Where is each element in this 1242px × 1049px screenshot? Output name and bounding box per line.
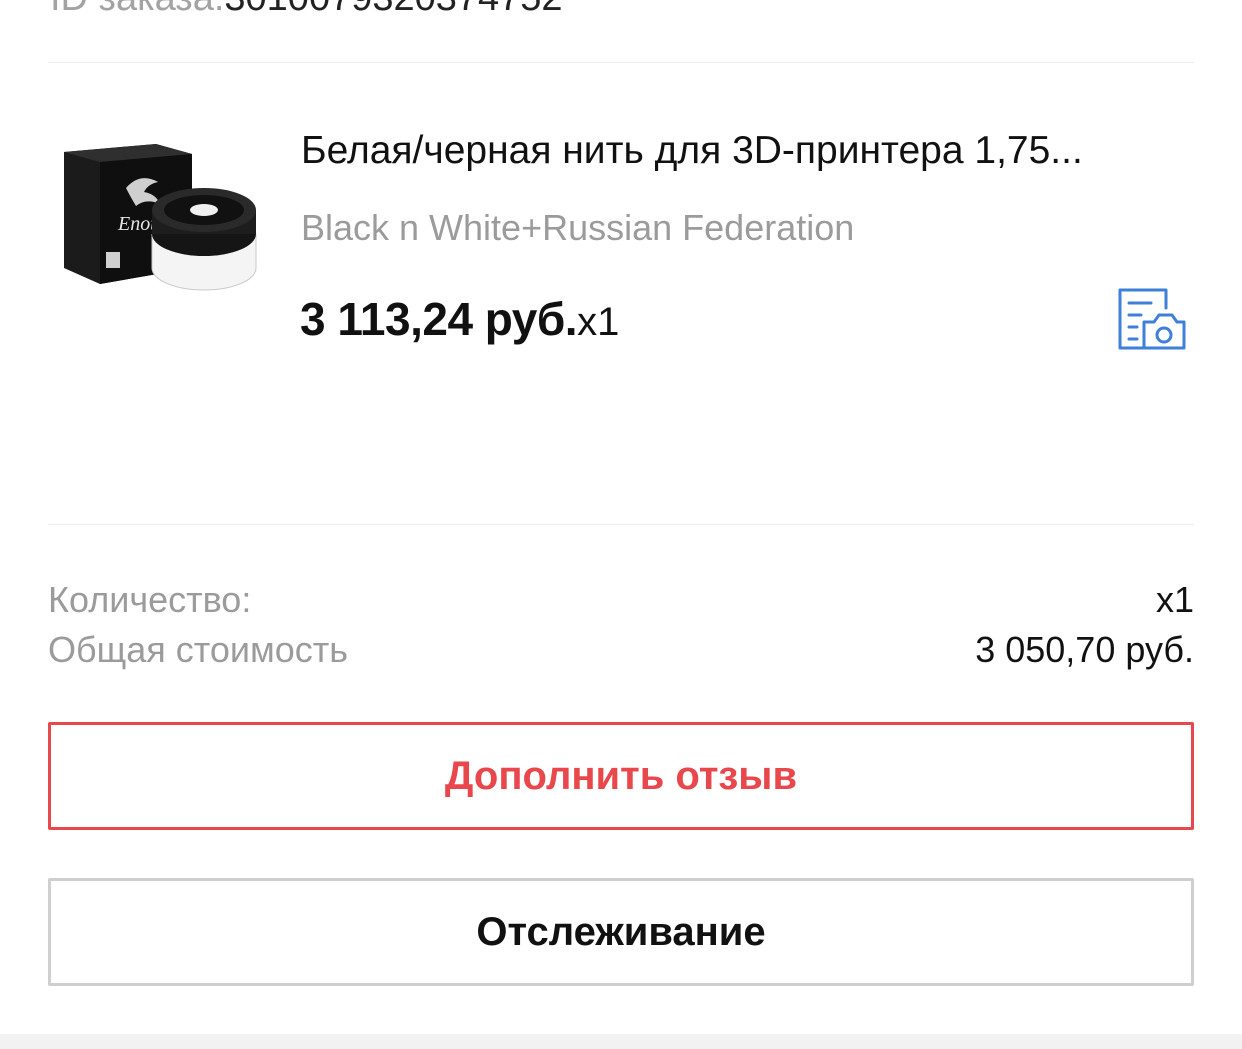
product-quantity-inline: x1 [577,300,620,344]
price-row: 3 113,24 руб.x1 [300,292,619,346]
summary-quantity-row: Количество: x1 [48,578,1194,622]
photo-review-icon[interactable] [1114,286,1188,356]
product-image-graphic: Enotepad [64,144,257,291]
photo-review-icon-graphic [1118,288,1186,350]
summary-quantity-value: x1 [1155,579,1194,620]
product-variant: Black n White+Russian Federation [301,207,855,248]
add-review-button[interactable]: Дополнить отзыв [48,722,1194,830]
summary-quantity-label: Количество: [48,579,252,620]
product-price: 3 113,24 руб. [300,293,578,345]
summary-total-value: 3 050,70 руб. [975,629,1194,670]
order-id-value: 3010079320374752 [224,0,562,19]
summary-total-row: Общая стоимость 3 050,70 руб. [48,628,1194,672]
order-id: ID заказа:3010079320374752 [50,0,563,18]
tracking-button[interactable]: Отслеживание [48,878,1194,986]
summary-total-label: Общая стоимость [48,629,348,670]
product-image[interactable]: Enotepad [56,118,266,298]
product-title[interactable]: Белая/черная нить для 3D-принтера 1,75..… [301,128,1181,174]
divider-middle [48,524,1194,525]
divider-top [48,62,1194,63]
bottom-bar [0,1034,1242,1049]
order-id-label: ID заказа: [50,0,224,19]
